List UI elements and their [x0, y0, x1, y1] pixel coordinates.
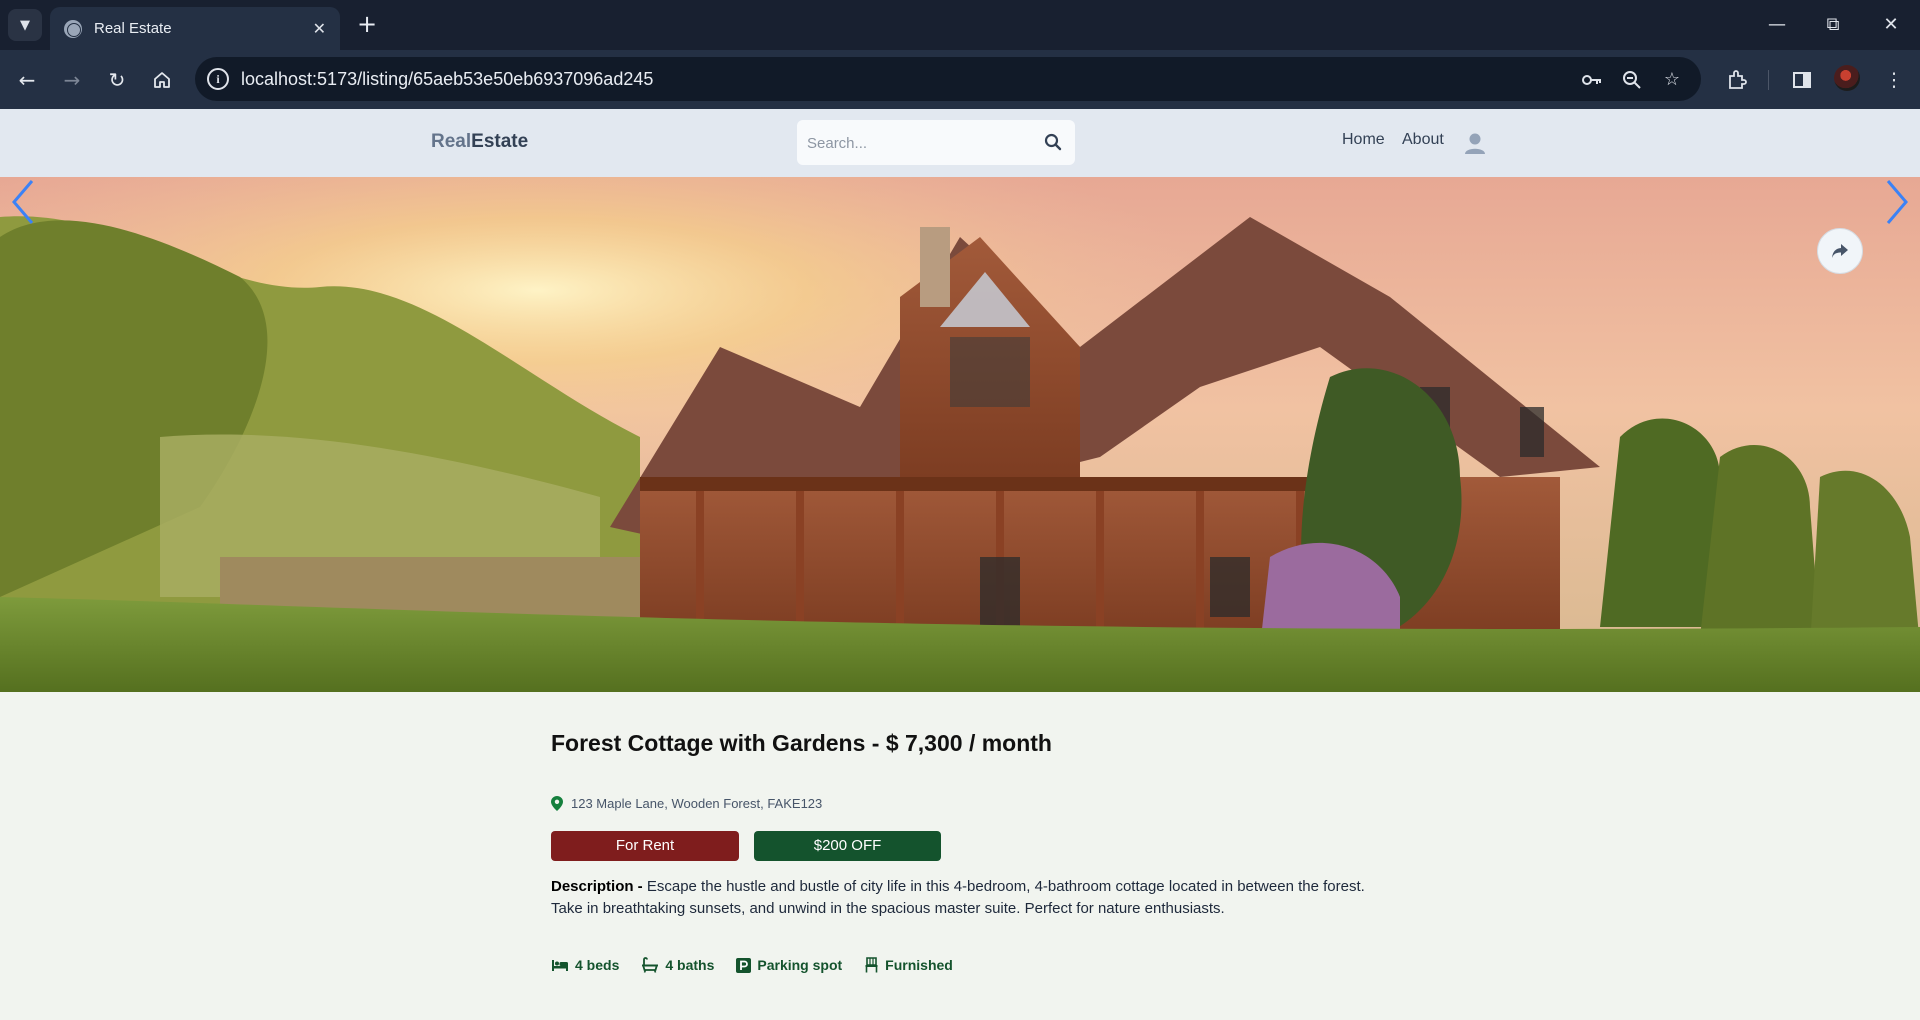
listing-description: Description - Escape the hustle and bust… — [551, 876, 1381, 920]
description-text: Escape the hustle and bustle of city lif… — [551, 878, 1365, 917]
window-close-icon[interactable]: ✕ — [1871, 10, 1911, 40]
extensions-icon[interactable] — [1722, 65, 1752, 95]
plus-icon[interactable]: + — [352, 10, 382, 40]
cottage-photo-illustration — [0, 177, 1920, 692]
star-icon[interactable]: ☆ — [1659, 67, 1685, 93]
key-icon[interactable] — [1579, 67, 1605, 93]
menu-icon[interactable]: ⋮ — [1879, 65, 1909, 95]
url-text[interactable]: localhost:5173/listing/65aeb53e50eb69370… — [241, 69, 653, 90]
feature-furnished: Furnished — [864, 957, 953, 973]
furnished-label: Furnished — [885, 957, 953, 973]
address-text: 123 Maple Lane, Wooden Forest, FAKE123 — [571, 796, 823, 811]
feature-beds: 4 beds — [551, 957, 619, 973]
close-icon[interactable]: ✕ — [313, 19, 326, 38]
share-button[interactable] — [1817, 228, 1863, 274]
globe-icon — [64, 19, 82, 38]
zoom-icon[interactable] — [1619, 67, 1645, 93]
tab-list-icon[interactable]: ▼ — [8, 9, 42, 41]
browser-tab[interactable]: Real Estate ✕ — [50, 7, 340, 50]
chair-icon — [865, 957, 878, 973]
listing-type-badge: For Rent — [551, 831, 739, 861]
logo-part-estate: Estate — [471, 131, 529, 152]
forward-icon[interactable]: → — [56, 64, 88, 96]
logo-part-real: Real — [431, 131, 472, 152]
nav-about-link[interactable]: About — [1402, 131, 1444, 149]
search-icon[interactable] — [1044, 133, 1062, 151]
search-input[interactable] — [807, 132, 1027, 154]
browser-toolbar: ← → ↻ i localhost:5173/listing/65aeb53e5… — [0, 50, 1920, 109]
address-bar[interactable]: i localhost:5173/listing/65aeb53e50eb693… — [195, 57, 1701, 101]
browser-tabbar: ▼ Real Estate ✕ + — ⧉ ✕ — [0, 0, 1920, 50]
feature-baths: 4 baths — [641, 957, 714, 973]
site-header: RealEstate Home About — [0, 109, 1920, 177]
next-photo-arrow[interactable] — [1882, 177, 1912, 227]
toolbar-divider — [1768, 70, 1769, 90]
sidebar-icon[interactable] — [1787, 65, 1817, 95]
restore-icon[interactable]: ⧉ — [1813, 10, 1853, 40]
parking-icon — [736, 957, 752, 973]
listing-address: 123 Maple Lane, Wooden Forest, FAKE123 — [551, 796, 822, 811]
home-icon[interactable] — [146, 64, 178, 96]
listing-title: Forest Cottage with Gardens - $ 7,300 / … — [551, 730, 1052, 756]
profile-avatar[interactable] — [1834, 65, 1860, 91]
map-pin-icon — [551, 796, 563, 811]
discount-badge: $200 OFF — [754, 831, 941, 861]
back-icon[interactable]: ← — [11, 64, 43, 96]
share-icon — [1832, 244, 1848, 258]
baths-label: 4 baths — [665, 957, 715, 973]
feature-parking: Parking spot — [736, 957, 842, 973]
listing-photo — [0, 177, 1920, 692]
bath-icon — [642, 957, 659, 973]
beds-label: 4 beds — [575, 957, 620, 973]
minimize-icon[interactable]: — — [1757, 10, 1797, 40]
previous-photo-arrow[interactable] — [8, 177, 38, 227]
site-info-icon[interactable]: i — [207, 68, 229, 90]
description-label: Description - — [551, 878, 647, 895]
site-logo[interactable]: RealEstate — [431, 131, 528, 153]
tab-title: Real Estate — [94, 20, 172, 37]
user-icon[interactable] — [1464, 131, 1486, 155]
search-form — [797, 120, 1075, 165]
reload-icon[interactable]: ↻ — [101, 64, 133, 96]
listing-features: 4 beds 4 baths Parking spot Furnished — [551, 957, 953, 973]
nav-home-link[interactable]: Home — [1342, 131, 1385, 149]
bed-icon — [552, 960, 568, 971]
parking-label: Parking spot — [757, 957, 843, 973]
